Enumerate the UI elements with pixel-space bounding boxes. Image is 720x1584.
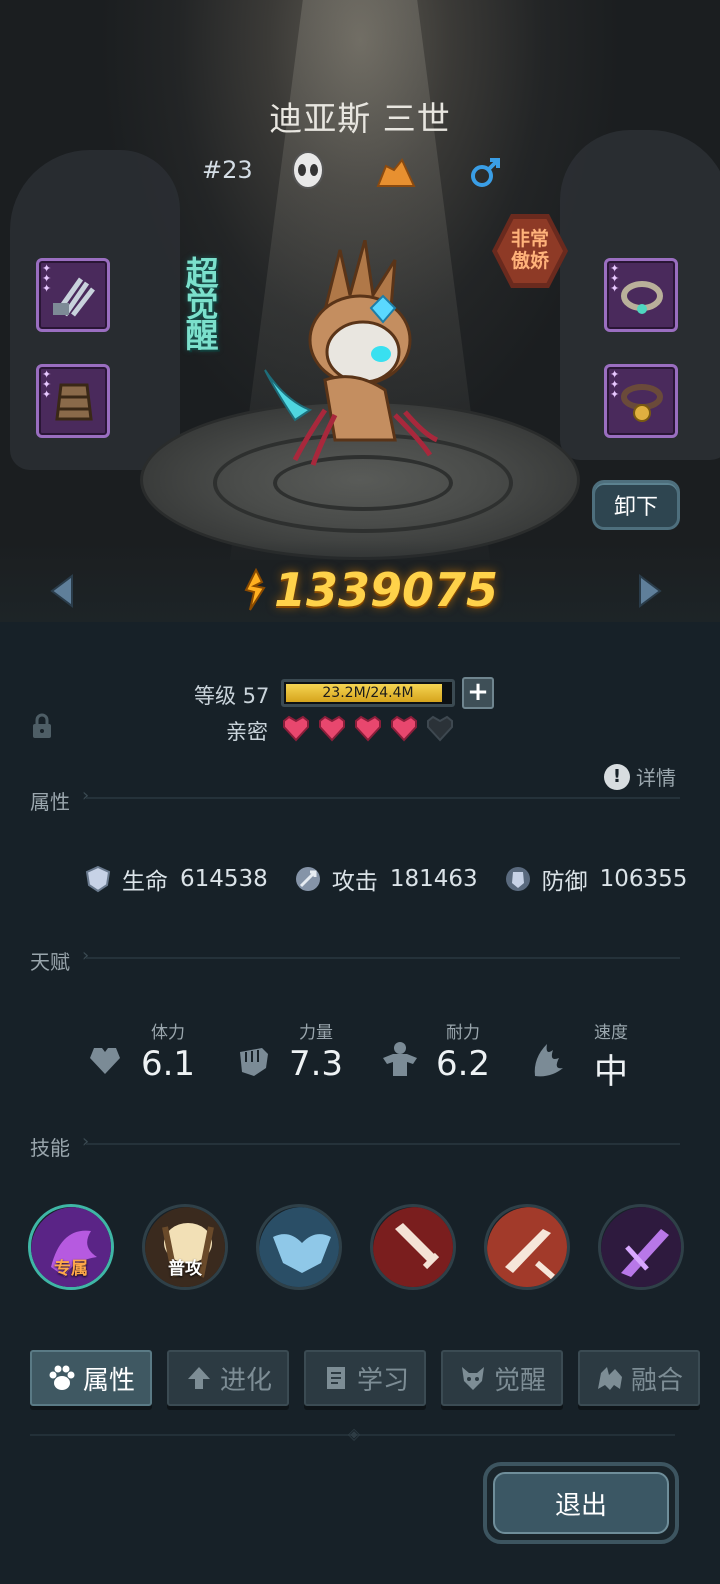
talent-strength: 力量 7.3: [232, 1018, 362, 1088]
tab-fusion[interactable]: 融合: [578, 1350, 700, 1406]
claw-equip-icon: [53, 277, 95, 317]
hero-name: 迪亚斯 三世: [269, 99, 451, 138]
armor-equip-icon: [55, 383, 93, 421]
exp-bar: 23.2M/24.4M: [281, 679, 455, 707]
book-icon: [326, 1367, 345, 1389]
exit-button-label: 退出: [493, 1472, 669, 1534]
wing-icon: [534, 1044, 563, 1077]
up-arrow-icon: [187, 1367, 210, 1389]
blade-skill-icon: [373, 1207, 453, 1287]
heart-filled-icon: [391, 715, 417, 742]
talent-stamina: 体力 6.1: [84, 1018, 214, 1088]
trait-badge[interactable]: 非常 傲娇: [492, 214, 568, 288]
stat-defense: 防御 106355: [504, 862, 687, 896]
unload-button[interactable]: 卸下: [592, 480, 680, 530]
level-up-button[interactable]: +: [462, 677, 494, 709]
sword-strike-skill-icon: [487, 1207, 567, 1287]
hero-scene: 迪亚斯 三世 #23 ✦ ✦ ✦ ✦ ✦ ✦ ✦ ✦ ✦ ✦ ✦ ✦ 超觉醒 非常 傲娇 卸下 …: [0, 0, 720, 622]
health-shield-icon: [85, 865, 111, 893]
heart-empty-icon: [427, 715, 453, 742]
exit-button[interactable]: 退出: [483, 1462, 679, 1544]
exp-text: 23.2M/24.4M: [322, 685, 414, 701]
stat-attack: 攻击 181463: [294, 862, 478, 896]
next-hero-arrow-icon[interactable]: [638, 574, 662, 608]
trait-label: 非常 傲娇: [510, 228, 549, 272]
tab-awaken[interactable]: 觉醒: [441, 1350, 563, 1406]
combat-power-value: 1339075: [274, 563, 499, 617]
intimacy-hearts: [281, 714, 455, 742]
wolf-icon: [461, 1367, 484, 1390]
awaken-badge: 超觉醒: [180, 255, 219, 349]
equip-slot-armor[interactable]: ✦ ✦ ✦: [36, 364, 110, 438]
section-title-skills: 技能: [30, 1136, 70, 1160]
section-title-attributes: 属性: [30, 790, 70, 814]
tab-evolve[interactable]: 进化: [167, 1350, 289, 1406]
armor-shield-icon: [505, 867, 530, 891]
heart-filled-icon: [283, 715, 309, 742]
skill-void-blade[interactable]: [598, 1204, 684, 1290]
chevron-right-icon: ›: [82, 945, 90, 966]
skill-normal-attack[interactable]: 普攻: [142, 1204, 228, 1290]
prev-hero-arrow-icon[interactable]: [50, 574, 74, 608]
info-icon: !: [604, 763, 630, 790]
lock-icon[interactable]: [30, 712, 54, 740]
combat-power: 1339075: [240, 562, 498, 618]
tab-learn[interactable]: 学习: [304, 1350, 426, 1406]
section-title-talents: 天赋: [30, 950, 70, 974]
void-blade-skill-icon: [601, 1207, 681, 1287]
heart-filled-icon: [319, 715, 345, 742]
skill-exclusive[interactable]: 专属: [28, 1204, 114, 1290]
tab-attributes[interactable]: 属性: [30, 1350, 152, 1406]
sword-icon: [295, 867, 320, 891]
power-icon: [244, 568, 266, 611]
chevron-right-icon: ›: [82, 1131, 90, 1152]
chevron-right-icon: ›: [82, 785, 90, 806]
equip-slot-collar[interactable]: ✦ ✦ ✦: [604, 258, 678, 332]
collar-equip-icon: [621, 281, 663, 314]
wing-shield-skill-icon: [259, 1207, 339, 1287]
skill-sword-strike[interactable]: [484, 1204, 570, 1290]
mountain-terrain-icon[interactable]: [376, 156, 416, 188]
fist-icon: [240, 1048, 268, 1076]
male-gender-icon: [470, 154, 502, 190]
hero-sprite[interactable]: [255, 240, 455, 480]
level-label: 等级 57: [194, 684, 270, 708]
paw-icon: [49, 1365, 75, 1390]
muscle-icon: [383, 1042, 417, 1076]
equip-slot-bell-collar[interactable]: ✦ ✦ ✦: [604, 364, 678, 438]
details-button[interactable]: ! 详情: [604, 762, 676, 791]
hero-id: #23: [202, 156, 253, 184]
alien-face-icon[interactable]: [290, 150, 326, 190]
stat-health: 生命 614538: [84, 862, 268, 896]
heart-filled-icon: [355, 715, 381, 742]
skill-wing-shield[interactable]: [256, 1204, 342, 1290]
skills-row: 专属 普攻: [28, 1204, 688, 1292]
talents-row: 体力 6.1 力量 7.3 耐力 6.2 速度 中: [84, 1018, 644, 1092]
details-label: 详情: [636, 766, 676, 790]
intimacy-label: 亲密: [226, 720, 268, 744]
stat-row: 生命 614538 攻击 181463 防御 106355: [84, 862, 713, 896]
beast-icon: [597, 1367, 622, 1390]
heart-icon: [90, 1048, 120, 1074]
talent-endurance: 耐力 6.2: [379, 1018, 509, 1088]
talent-speed: 速度 中: [527, 1018, 657, 1092]
divider-ornament-icon: ◈: [347, 1424, 361, 1443]
skill-slash[interactable]: [370, 1204, 456, 1290]
bell-collar-equip-icon: [621, 384, 663, 422]
equip-slot-claw[interactable]: ✦ ✦ ✦: [36, 258, 110, 332]
bottom-tabs: 属性 进化 学习 觉醒 融合: [30, 1350, 702, 1406]
